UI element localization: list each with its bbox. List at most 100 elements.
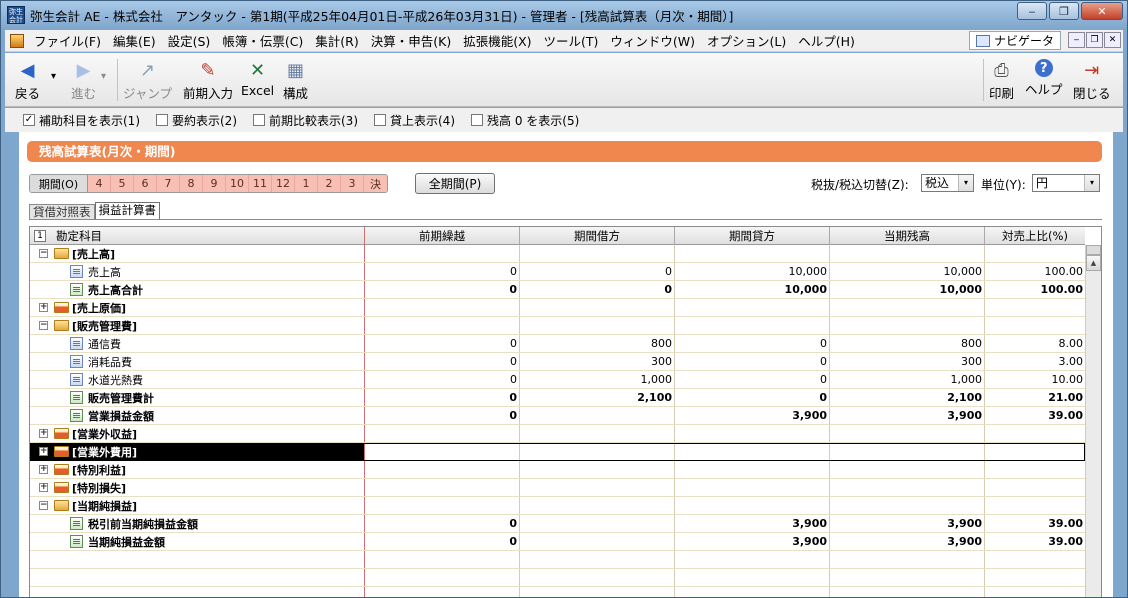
- minimize-button[interactable]: ‒: [1017, 2, 1047, 20]
- scroll-up-button[interactable]: ▲: [1086, 255, 1101, 271]
- sales-ratio-cell[interactable]: [985, 245, 1085, 262]
- compose-button[interactable]: ▦ 構成: [283, 59, 308, 102]
- account-name-cell[interactable]: [30, 551, 365, 568]
- menu-window[interactable]: ウィンドウ(W): [604, 31, 701, 50]
- current-balance-cell[interactable]: [830, 569, 985, 586]
- period-debit-cell[interactable]: [520, 569, 675, 586]
- sales-ratio-cell[interactable]: [985, 497, 1085, 514]
- sales-ratio-cell[interactable]: [985, 425, 1085, 442]
- menu-tools[interactable]: ツール(T): [538, 31, 605, 50]
- checkbox[interactable]: [156, 114, 168, 126]
- prior-balance-cell[interactable]: 0: [365, 335, 520, 352]
- month-button[interactable]: 2: [318, 175, 341, 192]
- sales-ratio-cell[interactable]: 39.00: [985, 407, 1085, 424]
- period-credit-cell[interactable]: 10,000: [675, 281, 830, 298]
- menu-edit[interactable]: 編集(E): [107, 31, 162, 50]
- account-name-cell[interactable]: [30, 587, 365, 597]
- prior-balance-cell[interactable]: 0: [365, 281, 520, 298]
- sales-ratio-cell[interactable]: 10.00: [985, 371, 1085, 388]
- current-balance-cell[interactable]: [830, 479, 985, 496]
- period-credit-cell[interactable]: 0: [675, 353, 830, 370]
- all-period-button[interactable]: 全期間(P): [415, 173, 495, 194]
- forward-button[interactable]: ▶ 進む: [71, 59, 96, 102]
- period-credit-cell[interactable]: [675, 299, 830, 316]
- sales-ratio-cell[interactable]: [985, 317, 1085, 334]
- current-balance-cell[interactable]: [830, 587, 985, 597]
- prior-balance-cell[interactable]: [365, 299, 520, 316]
- account-group-row[interactable]: − [販売管理費]: [30, 317, 1085, 335]
- expand-icon[interactable]: +: [39, 447, 48, 456]
- period-debit-cell[interactable]: [520, 317, 675, 334]
- prior-balance-cell[interactable]: [365, 587, 520, 597]
- sales-ratio-cell[interactable]: 39.00: [985, 515, 1085, 532]
- menu-extensions[interactable]: 拡張機能(X): [457, 31, 537, 50]
- period-credit-cell[interactable]: 10,000: [675, 263, 830, 280]
- period-debit-cell[interactable]: 2,100: [520, 389, 675, 406]
- account-name-cell[interactable]: − [当期純損益]: [30, 497, 365, 514]
- current-balance-cell[interactable]: 3,900: [830, 533, 985, 550]
- period-credit-cell[interactable]: 3,900: [675, 407, 830, 424]
- account-group-row[interactable]: − [売上高]: [30, 245, 1085, 263]
- option-summary-view[interactable]: 要約表示(2): [156, 112, 237, 129]
- prior-balance-cell[interactable]: [365, 443, 520, 460]
- header-current-balance[interactable]: 当期残高: [830, 227, 985, 245]
- menu-settings[interactable]: 設定(S): [162, 31, 217, 50]
- account-name-cell[interactable]: 水道光熱費: [30, 371, 365, 388]
- yayoi-app-icon[interactable]: 弥生 会計: [7, 6, 25, 24]
- account-row[interactable]: 水道光熱費 0 1,000 0 1,000 10.00: [30, 371, 1085, 389]
- account-row[interactable]: 販売管理費計 0 2,100 0 2,100 21.00: [30, 389, 1085, 407]
- account-row[interactable]: 営業損益金額 0 3,900 3,900 39.00: [30, 407, 1085, 425]
- header-sales-ratio[interactable]: 対売上比(%): [985, 227, 1085, 245]
- back-dropdown-button[interactable]: ▾: [51, 71, 56, 82]
- close-button[interactable]: ⇥ 閉じる: [1073, 59, 1111, 102]
- current-balance-cell[interactable]: 10,000: [830, 263, 985, 280]
- tab-income-statement[interactable]: 損益計算書: [94, 202, 160, 220]
- title-bar[interactable]: 弥生 会計 弥生会計 AE - 株式会社 アンタック - 第1期(平成25年04…: [1, 1, 1127, 29]
- period-debit-cell[interactable]: [520, 551, 675, 568]
- period-debit-cell[interactable]: 0: [520, 281, 675, 298]
- sales-ratio-cell[interactable]: [985, 587, 1085, 597]
- month-button[interactable]: 1: [295, 175, 318, 192]
- period-credit-cell[interactable]: [675, 497, 830, 514]
- period-debit-cell[interactable]: [520, 497, 675, 514]
- period-credit-cell[interactable]: 0: [675, 335, 830, 352]
- current-balance-cell[interactable]: [830, 497, 985, 514]
- period-credit-cell[interactable]: 0: [675, 371, 830, 388]
- maximize-button[interactable]: ❐: [1049, 2, 1079, 20]
- month-button[interactable]: 12: [272, 175, 295, 192]
- mdi-minimize-button[interactable]: ‒: [1068, 32, 1085, 48]
- account-row[interactable]: 税引前当期純損益金額 0 3,900 3,900 39.00: [30, 515, 1085, 533]
- sales-ratio-cell[interactable]: 21.00: [985, 389, 1085, 406]
- period-credit-cell[interactable]: [675, 569, 830, 586]
- period-debit-cell[interactable]: [520, 443, 675, 460]
- sales-ratio-cell[interactable]: 8.00: [985, 335, 1085, 352]
- checkbox[interactable]: ✓: [23, 114, 35, 126]
- collapse-icon[interactable]: −: [39, 321, 48, 330]
- closing-month-button[interactable]: 決: [364, 175, 387, 192]
- menu-closing[interactable]: 決算・申告(K): [365, 31, 457, 50]
- vertical-scrollbar[interactable]: ▲: [1085, 245, 1101, 597]
- sales-ratio-cell[interactable]: [985, 461, 1085, 478]
- period-debit-cell[interactable]: [520, 479, 675, 496]
- period-debit-cell[interactable]: [520, 533, 675, 550]
- period-credit-cell[interactable]: [675, 425, 830, 442]
- account-name-cell[interactable]: 通信費: [30, 335, 365, 352]
- period-debit-cell[interactable]: [520, 425, 675, 442]
- tax-select[interactable]: 税込 ▾: [921, 174, 974, 192]
- option-credit-display[interactable]: 貸上表示(4): [374, 112, 455, 129]
- sales-ratio-cell[interactable]: [985, 569, 1085, 586]
- prior-balance-cell[interactable]: 0: [365, 407, 520, 424]
- prior-balance-cell[interactable]: [365, 245, 520, 262]
- account-row[interactable]: 消耗品費 0 300 0 300 3.00: [30, 353, 1085, 371]
- sales-ratio-cell[interactable]: [985, 443, 1085, 460]
- period-credit-cell[interactable]: 3,900: [675, 515, 830, 532]
- current-balance-cell[interactable]: [830, 245, 985, 262]
- period-credit-cell[interactable]: [675, 461, 830, 478]
- period-label-button[interactable]: 期間(O): [30, 175, 88, 192]
- scroll-thumb[interactable]: [1086, 245, 1101, 255]
- prior-balance-cell[interactable]: [365, 317, 520, 334]
- month-button[interactable]: 10: [226, 175, 249, 192]
- prior-balance-cell[interactable]: 0: [365, 353, 520, 370]
- current-balance-cell[interactable]: 10,000: [830, 281, 985, 298]
- period-credit-cell[interactable]: [675, 551, 830, 568]
